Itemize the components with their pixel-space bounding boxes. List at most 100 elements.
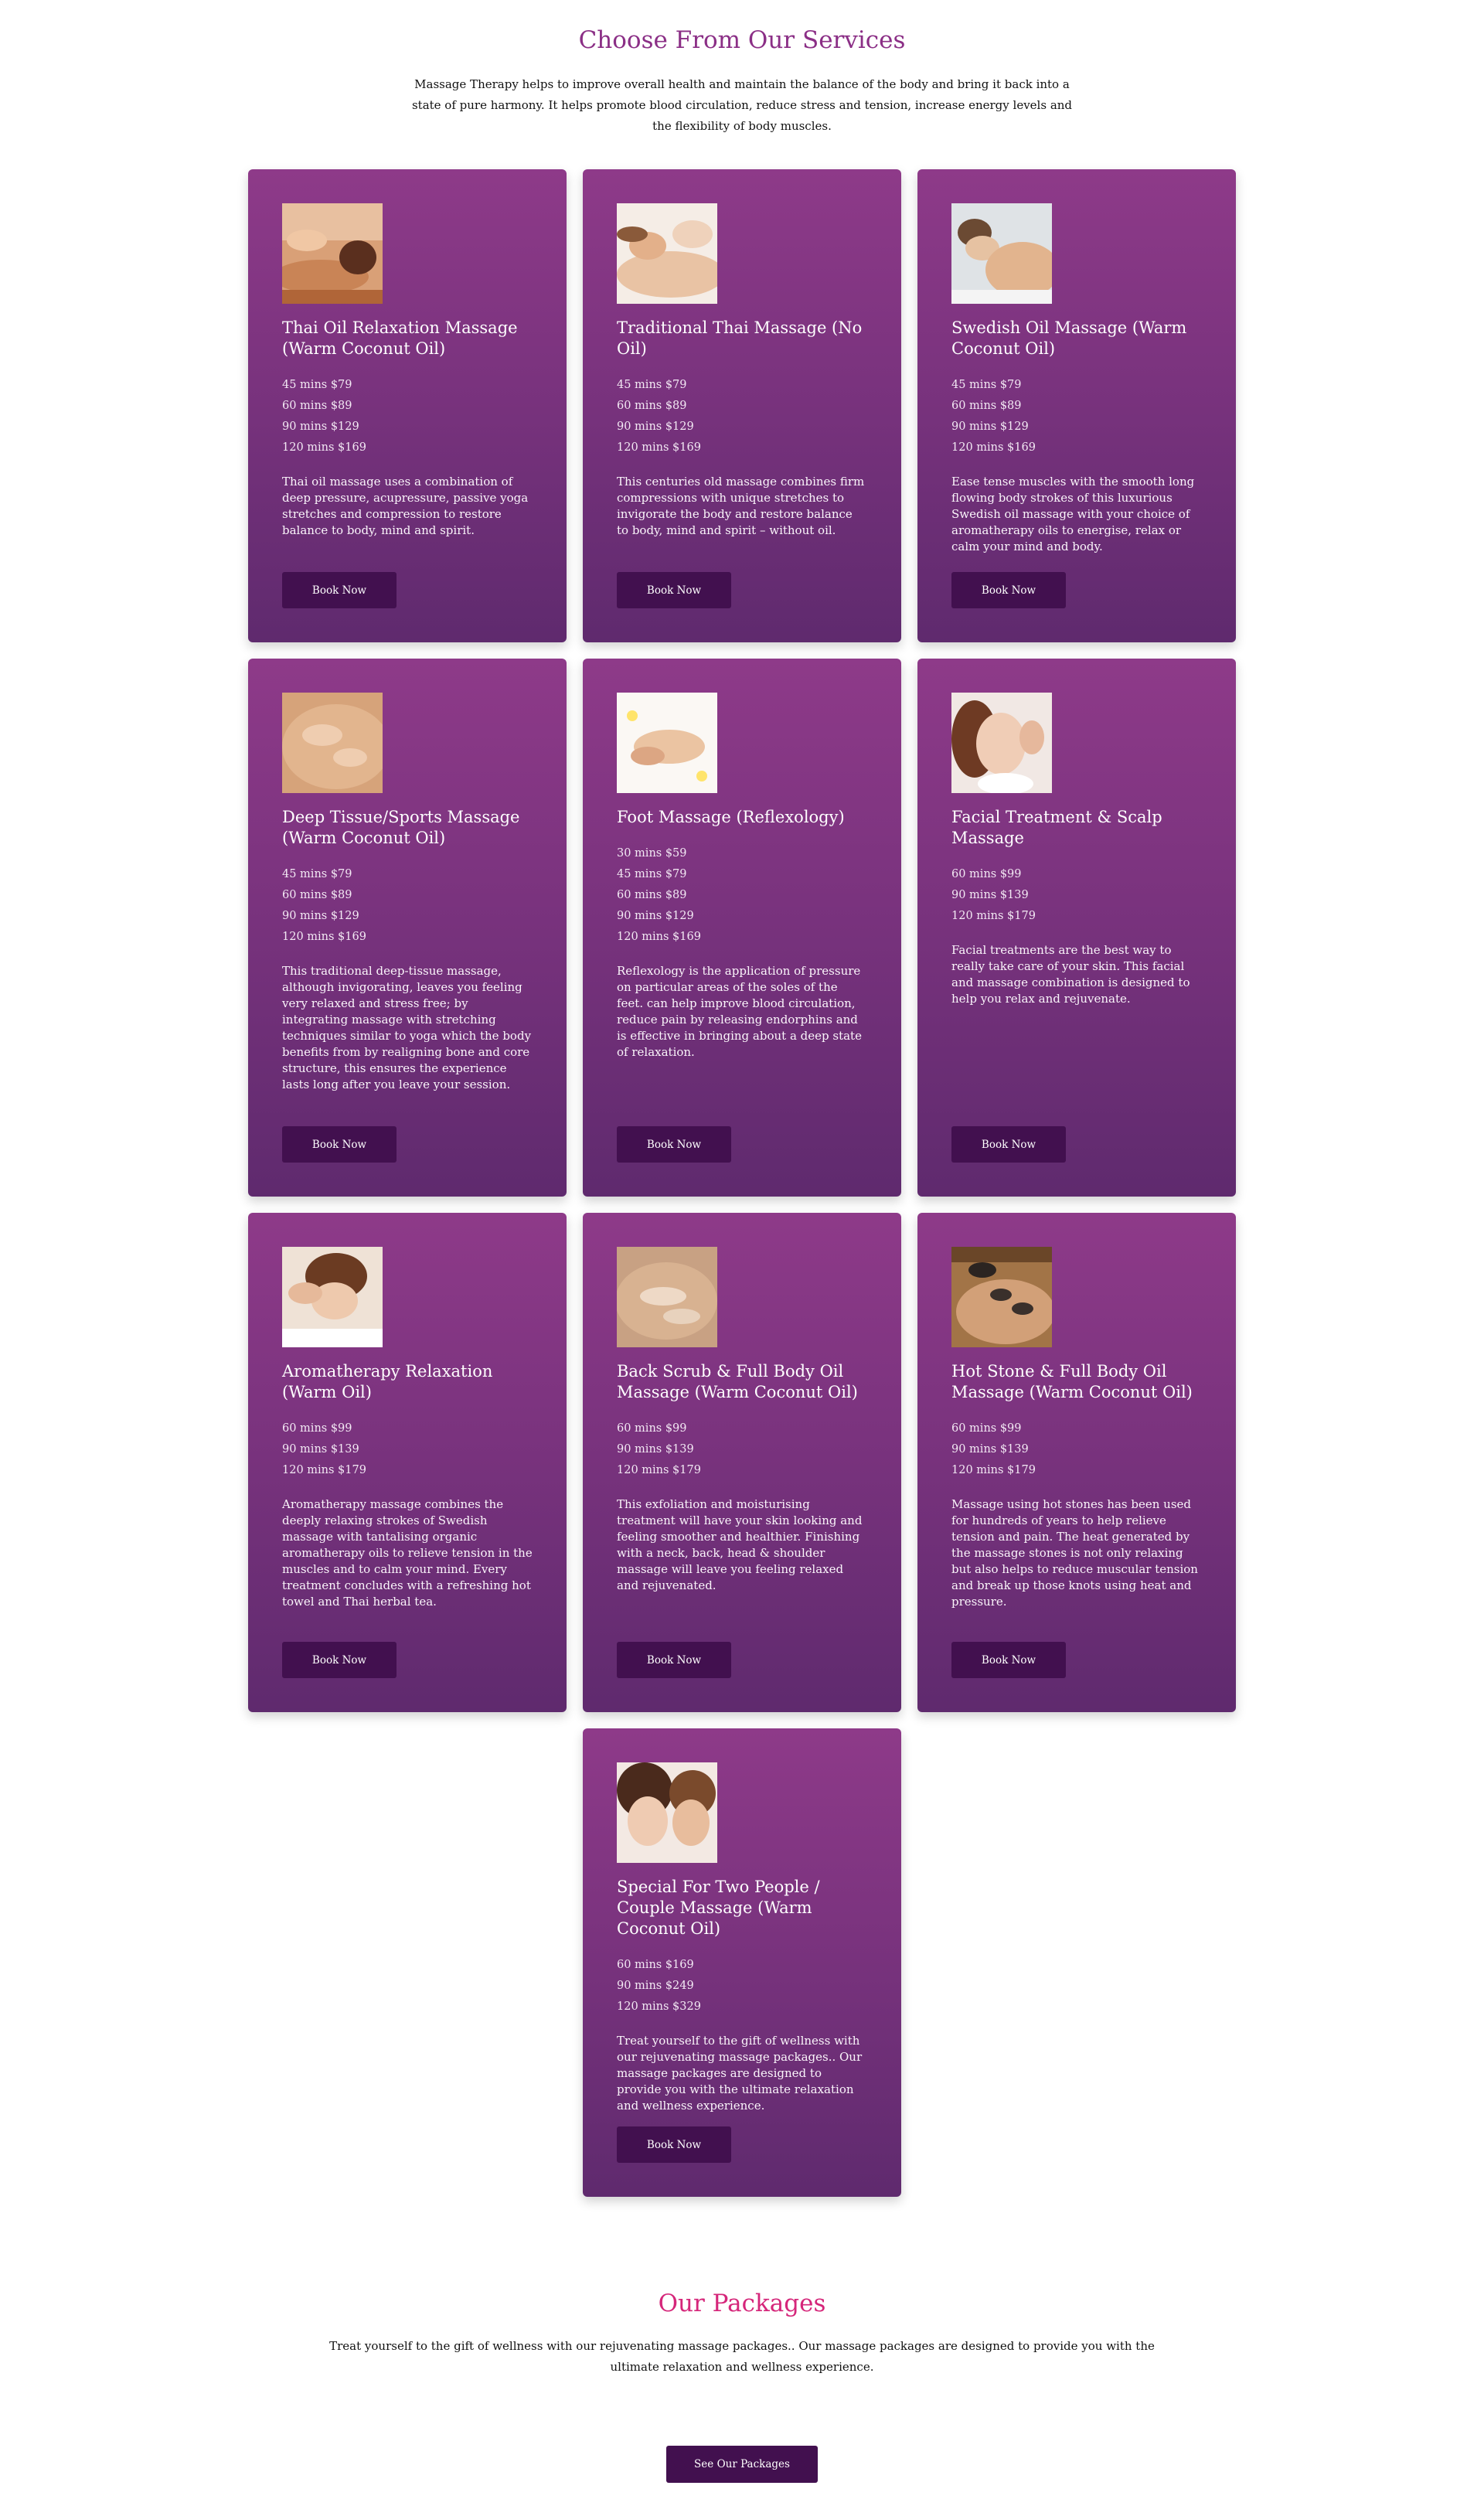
price-list: 45 mins $79 60 mins $89 90 mins $129 120… [282, 864, 533, 948]
price-item: 30 mins $59 [617, 847, 687, 860]
price-item: 60 mins $99 [617, 1422, 687, 1435]
service-card-back-scrub: Back Scrub & Full Body Oil Massage (Warm… [583, 1213, 901, 1712]
packages-title: Our Packages [658, 2290, 826, 2317]
price-item: 60 mins $99 [282, 1422, 352, 1435]
service-photo-thai-oil [282, 203, 383, 304]
price-item: 90 mins $129 [282, 910, 359, 922]
price-list: 60 mins $169 90 mins $249 120 mins $329 [617, 1955, 867, 2017]
price-item: 120 mins $169 [617, 441, 701, 454]
services-section: Choose From Our Services Massage Therapy… [0, 0, 1484, 137]
service-title: Thai Oil Relaxation Massage (Warm Coconu… [282, 318, 518, 358]
price-item: 90 mins $139 [951, 1443, 1029, 1456]
service-photo-back-scrub [617, 1247, 717, 1347]
book-now-button[interactable]: Book Now [951, 572, 1066, 608]
service-photo-deep-tissue [282, 693, 383, 793]
price-item: 60 mins $99 [951, 1422, 1022, 1435]
service-description: Ease tense muscles with the smooth long … [951, 475, 1195, 553]
price-item: 90 mins $139 [282, 1443, 359, 1456]
service-description: Reflexology is the application of pressu… [617, 964, 862, 1059]
price-item: 60 mins $89 [617, 889, 687, 901]
price-list: 45 mins $79 60 mins $89 90 mins $129 120… [282, 375, 533, 458]
price-item: 60 mins $169 [617, 1959, 694, 1971]
services-grid: Thai Oil Relaxation Massage (Warm Coconu… [248, 169, 1236, 2197]
service-title: Special For Two People / Couple Massage … [617, 1878, 820, 1938]
price-list: 60 mins $99 90 mins $139 120 mins $179 [951, 1418, 1202, 1481]
price-item: 90 mins $129 [282, 421, 359, 433]
packages-intro: Treat yourself to the gift of wellness w… [329, 2339, 1155, 2374]
service-description: Treat yourself to the gift of wellness w… [617, 2034, 863, 2113]
services-intro: Massage Therapy helps to improve overall… [411, 77, 1073, 133]
service-title: Deep Tissue/Sports Massage (Warm Coconut… [282, 808, 520, 847]
service-title: Facial Treatment & Scalp Massage [951, 808, 1162, 847]
book-now-button[interactable]: Book Now [617, 1642, 731, 1678]
price-item: 90 mins $139 [617, 1443, 694, 1456]
service-description: Facial treatments are the best way to re… [951, 943, 1190, 1006]
price-item: 90 mins $249 [617, 1980, 694, 1992]
book-now-button[interactable]: Book Now [282, 572, 397, 608]
price-item: 120 mins $179 [951, 1464, 1036, 1476]
service-card-thai-oil: Thai Oil Relaxation Massage (Warm Coconu… [248, 169, 567, 642]
price-list: 60 mins $99 90 mins $139 120 mins $179 [282, 1418, 533, 1481]
price-item: 45 mins $79 [282, 868, 352, 880]
price-item: 45 mins $79 [617, 379, 687, 391]
price-item: 60 mins $89 [951, 400, 1022, 412]
service-description: This centuries old massage combines firm… [617, 475, 865, 537]
price-item: 45 mins $79 [282, 379, 352, 391]
service-description: Massage using hot stones has been used f… [951, 1497, 1198, 1609]
service-photo-traditional-thai [617, 203, 717, 304]
book-now-button[interactable]: Book Now [617, 572, 731, 608]
service-card-aromatherapy: Aromatherapy Relaxation (Warm Oil) 60 mi… [248, 1213, 567, 1712]
price-item: 90 mins $129 [617, 910, 694, 922]
service-card-deep-tissue: Deep Tissue/Sports Massage (Warm Coconut… [248, 659, 567, 1197]
price-item: 90 mins $129 [617, 421, 694, 433]
service-title: Hot Stone & Full Body Oil Massage (Warm … [951, 1362, 1193, 1401]
price-list: 30 mins $59 45 mins $79 60 mins $89 90 m… [617, 843, 867, 948]
price-list: 45 mins $79 60 mins $89 90 mins $129 120… [951, 375, 1202, 458]
price-item: 120 mins $179 [617, 1464, 701, 1476]
service-description: Thai oil massage uses a combination of d… [282, 475, 529, 537]
see-packages-button[interactable]: See Our Packages [666, 2446, 818, 2483]
price-item: 60 mins $89 [282, 400, 352, 412]
book-now-button[interactable]: Book Now [951, 1642, 1066, 1678]
service-photo-couple [617, 1762, 717, 1863]
price-item: 60 mins $89 [282, 889, 352, 901]
service-title: Back Scrub & Full Body Oil Massage (Warm… [617, 1362, 858, 1401]
service-photo-swedish-oil [951, 203, 1052, 304]
service-card-hot-stone: Hot Stone & Full Body Oil Massage (Warm … [917, 1213, 1236, 1712]
book-now-button[interactable]: Book Now [617, 1126, 731, 1163]
service-title: Swedish Oil Massage (Warm Coconut Oil) [951, 318, 1187, 358]
service-card-foot-massage: Foot Massage (Reflexology) 30 mins $59 4… [583, 659, 901, 1197]
price-item: 90 mins $129 [951, 421, 1029, 433]
service-card-swedish-oil: Swedish Oil Massage (Warm Coconut Oil) 4… [917, 169, 1236, 642]
service-photo-facial [951, 693, 1052, 793]
service-card-traditional-thai: Traditional Thai Massage (No Oil) 45 min… [583, 169, 901, 642]
price-item: 45 mins $79 [951, 379, 1022, 391]
price-item: 90 mins $139 [951, 889, 1029, 901]
price-list: 60 mins $99 90 mins $139 120 mins $179 [617, 1418, 867, 1481]
service-photo-aromatherapy [282, 1247, 383, 1347]
service-title: Traditional Thai Massage (No Oil) [617, 318, 863, 358]
price-list: 45 mins $79 60 mins $89 90 mins $129 120… [617, 375, 867, 458]
book-now-button[interactable]: Book Now [282, 1126, 397, 1163]
price-item: 60 mins $89 [617, 400, 687, 412]
price-item: 120 mins $169 [951, 441, 1036, 454]
service-description: Aromatherapy massage combines the deeply… [282, 1497, 533, 1609]
service-card-facial: Facial Treatment & Scalp Massage 60 mins… [917, 659, 1236, 1197]
price-item: 120 mins $179 [282, 1464, 366, 1476]
service-card-couple: Special For Two People / Couple Massage … [583, 1728, 901, 2197]
price-item: 120 mins $329 [617, 2000, 701, 2013]
service-title: Foot Massage (Reflexology) [617, 808, 845, 826]
packages-section: Our Packages Treat yourself to the gift … [0, 2288, 1484, 2483]
service-description: This traditional deep-tissue massage, al… [282, 964, 532, 1091]
price-item: 120 mins $169 [282, 441, 366, 454]
book-now-button[interactable]: Book Now [951, 1126, 1066, 1163]
service-photo-hot-stone [951, 1247, 1052, 1347]
services-title: Choose From Our Services [578, 26, 906, 54]
price-item: 120 mins $169 [617, 931, 701, 943]
service-title: Aromatherapy Relaxation (Warm Oil) [282, 1362, 493, 1401]
book-now-button[interactable]: Book Now [617, 2126, 731, 2163]
service-photo-foot-massage [617, 693, 717, 793]
price-item: 120 mins $179 [951, 910, 1036, 922]
price-item: 120 mins $169 [282, 931, 366, 943]
book-now-button[interactable]: Book Now [282, 1642, 397, 1678]
